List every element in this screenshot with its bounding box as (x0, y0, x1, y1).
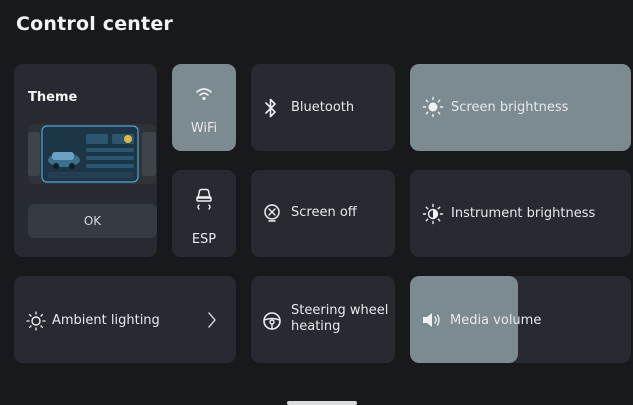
bluetooth-icon (265, 98, 276, 118)
instrument-brightness-label: Instrument brightness (451, 206, 596, 221)
screen-brightness-slider[interactable]: Screen brightness (410, 64, 631, 151)
steering-wheel-icon (263, 312, 281, 330)
chevron-right-icon (208, 312, 216, 328)
half-brightness-icon (422, 203, 444, 225)
brightness-icon (422, 96, 444, 118)
dashboard-preview-icon (28, 124, 156, 184)
esp-toggle[interactable]: ESP (172, 170, 236, 257)
screen-off-label: Screen off (291, 205, 357, 220)
bluetooth-toggle[interactable]: Bluetooth (251, 64, 395, 151)
sun-outline-icon (26, 311, 46, 331)
steering-wheel-heating-toggle[interactable]: Steering wheel heating (251, 276, 395, 363)
home-indicator[interactable] (287, 401, 357, 405)
theme-ok-button[interactable]: OK (28, 204, 157, 238)
esp-car-icon (196, 188, 212, 210)
wifi-icon (196, 88, 212, 101)
media-volume-slider[interactable]: Media volume (410, 276, 631, 363)
theme-card: Theme OK (14, 64, 157, 257)
steering-wheel-heating-label-line2: heating (291, 319, 341, 334)
instrument-brightness-slider[interactable]: Instrument brightness (410, 170, 631, 257)
ambient-lighting-label: Ambient lighting (52, 313, 160, 328)
ambient-lighting-row[interactable]: Ambient lighting (14, 276, 236, 363)
screen-brightness-label: Screen brightness (451, 100, 569, 115)
wifi-toggle[interactable]: WiFi (172, 64, 236, 151)
bluetooth-label: Bluetooth (291, 100, 355, 115)
esp-label: ESP (191, 232, 217, 247)
media-volume-label: Media volume (450, 313, 542, 328)
wifi-label: WiFi (190, 121, 218, 136)
steering-wheel-heating-label-line1: Steering wheel (291, 303, 389, 318)
theme-title: Theme (28, 90, 78, 105)
speaker-icon (423, 313, 440, 327)
page-title: Control center (16, 13, 173, 35)
screen-off-icon (264, 204, 280, 222)
screen-off-button[interactable]: Screen off (251, 170, 395, 257)
theme-preview-image[interactable] (28, 124, 156, 184)
